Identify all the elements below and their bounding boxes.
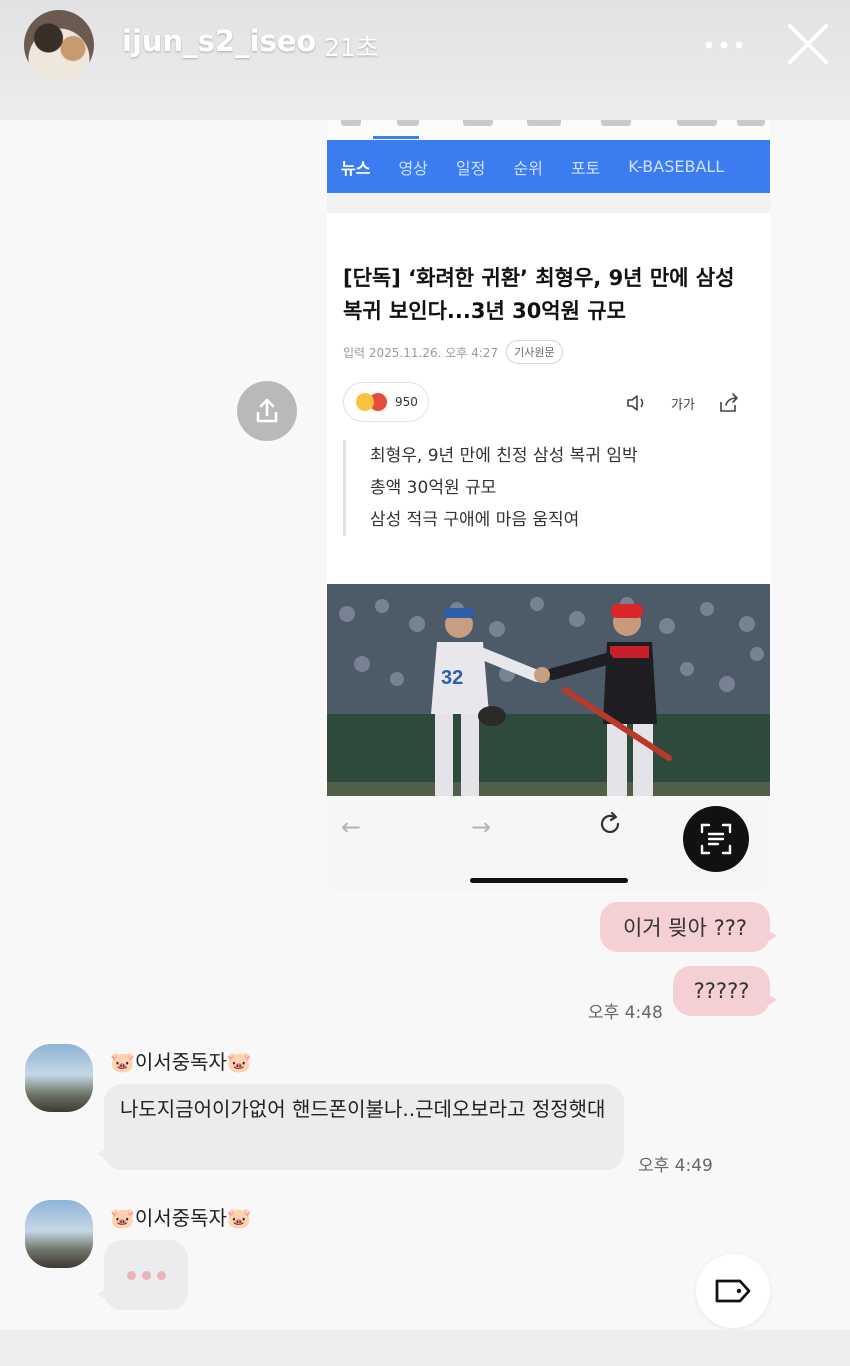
article-headline: [단독] ‘화려한 귀환’ 최형우, 9년 만에 삼성 복귀 보인다...3년 … [343, 266, 735, 323]
laugh-emoji-icon [356, 393, 374, 411]
home-indicator [470, 878, 628, 883]
incoming-message[interactable]: 나도지금어이가없어 핸드폰이불나..근데오보라고 정정햇대 [97, 1084, 624, 1170]
friend-name: 🐷이서중독자🐷 [110, 1050, 252, 1074]
article-date: 입력 2025.11.26. 오후 4:27 [343, 345, 499, 360]
browser-toolbar: ← → [327, 796, 770, 892]
share-button[interactable] [237, 381, 297, 441]
profile-avatar[interactable] [24, 10, 94, 80]
nav-tab-video[interactable]: 영상 [398, 155, 427, 179]
article-photo: 32 [327, 584, 770, 796]
nav-tab-kbaseball[interactable]: K-BASEBALL [628, 157, 724, 176]
reload-icon[interactable] [597, 811, 623, 841]
article-tools: 가가 [625, 390, 763, 416]
close-icon[interactable] [784, 20, 832, 68]
more-options-icon[interactable] [700, 25, 748, 65]
summary-line: 최형우, 9년 만에 친정 삼성 복귀 임박 [370, 446, 638, 466]
summary-line: 총액 30억원 규모 [370, 478, 497, 498]
reaction-button[interactable]: 950 [343, 382, 429, 422]
story-header: ijun_s2_iseo 21초 [0, 0, 850, 120]
friend-avatar[interactable] [25, 1044, 93, 1112]
speaker-icon[interactable] [625, 392, 649, 414]
message-timestamp: 오후 4:48 [588, 1003, 663, 1023]
story-time-ago: 21초 [324, 33, 379, 62]
text-scan-button[interactable] [683, 806, 749, 872]
nav-tab-news[interactable]: 뉴스 [341, 155, 370, 179]
message-timestamp: 오후 4:49 [638, 1156, 713, 1176]
news-nav-bar: 뉴스 영상 일정 순위 포토 K-BASEBALL [327, 140, 770, 193]
upload-icon [256, 398, 278, 423]
nav-tab-schedule[interactable]: 일정 [456, 155, 485, 179]
article-summary: 최형우, 9년 만에 친정 삼성 복귀 임박 총액 30억원 규모 삼성 적극 … [343, 440, 638, 536]
original-article-button[interactable]: 기사원문 [506, 340, 563, 364]
nav-tab-photo[interactable]: 포토 [571, 155, 600, 179]
outgoing-message[interactable]: ????? [673, 966, 777, 1016]
share-arrow-icon[interactable] [717, 392, 741, 414]
svg-text:32: 32 [441, 667, 463, 689]
text-scan-icon [700, 823, 732, 855]
back-arrow-icon[interactable]: ← [341, 813, 361, 841]
message-text: 이거 믲아 ??? [622, 916, 748, 940]
bottom-bar [0, 1330, 850, 1366]
summary-line: 삼성 적극 구애에 마음 움직여 [370, 510, 580, 530]
friend-avatar[interactable] [25, 1200, 93, 1268]
friend-name: 🐷이서중독자🐷 [110, 1206, 252, 1230]
forward-arrow-icon[interactable]: → [471, 813, 491, 841]
reaction-count: 950 [395, 395, 418, 409]
tag-icon [715, 1279, 751, 1303]
tag-button[interactable] [696, 1254, 770, 1328]
typing-indicator [97, 1240, 188, 1310]
nav-tab-rank[interactable]: 순위 [513, 155, 542, 179]
article-screenshot[interactable]: 뉴스 영상 일정 순위 포토 K-BASEBALL [단독] ‘화려한 귀환’ … [327, 120, 770, 892]
card-top-strip [327, 120, 770, 140]
card-divider [327, 193, 770, 213]
message-text: ????? [693, 979, 750, 1003]
font-size-button[interactable]: 가가 [671, 394, 695, 413]
story-username[interactable]: ijun_s2_iseo [122, 24, 316, 58]
article-meta: 입력 2025.11.26. 오후 4:27 기사원문 [343, 339, 563, 365]
outgoing-message[interactable]: 이거 믲아 ??? [600, 902, 777, 952]
message-text: 나도지금어이가없어 핸드폰이불나..근데오보라고 정정햇대 [120, 1097, 606, 1121]
